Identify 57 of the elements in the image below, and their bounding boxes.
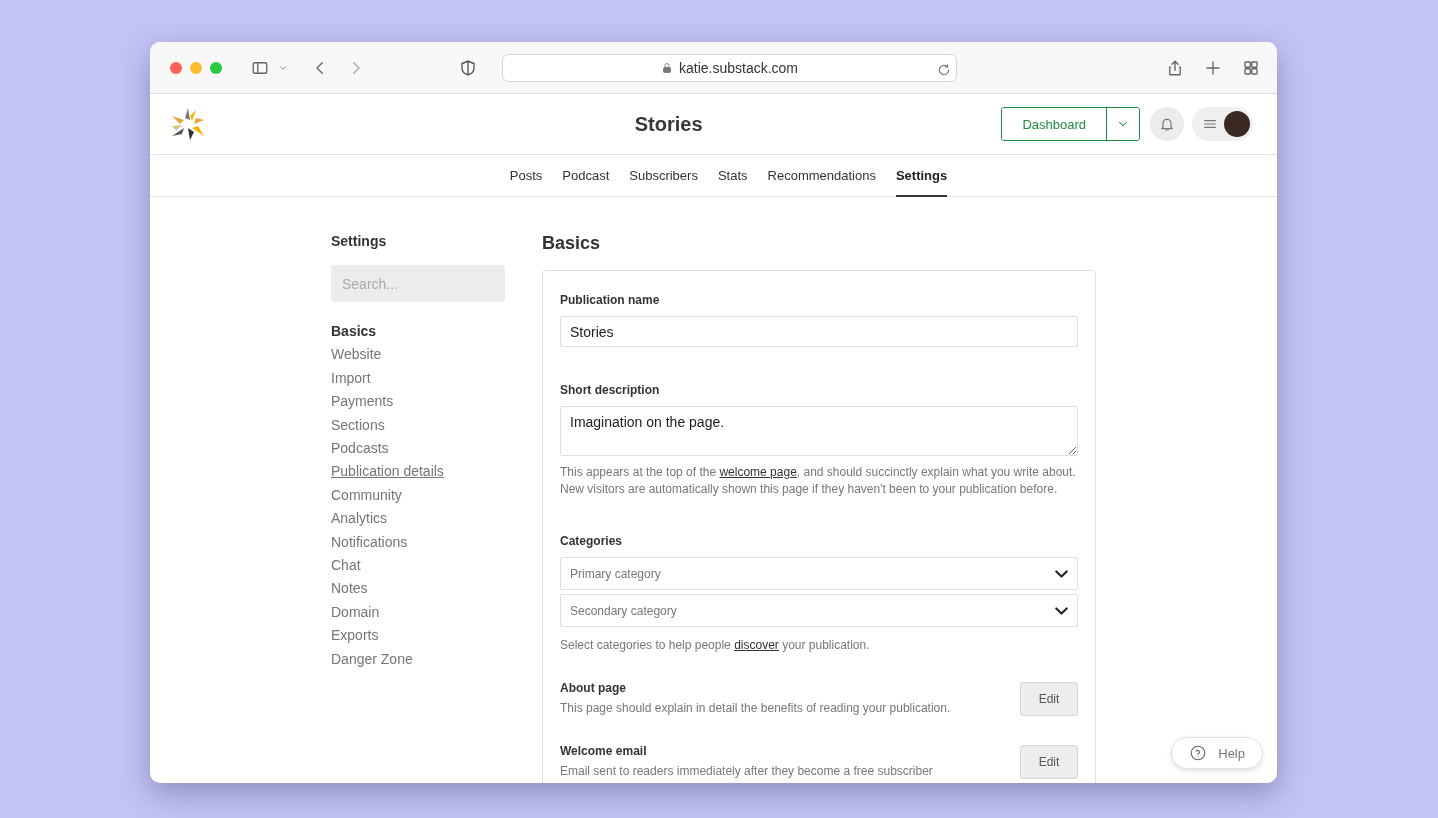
publication-name-field[interactable]: Stories bbox=[560, 316, 1078, 347]
zoom-dot[interactable] bbox=[210, 61, 222, 74]
sidebar-title: Settings bbox=[331, 233, 388, 249]
notifications-button[interactable] bbox=[1150, 107, 1184, 141]
shield-icon bbox=[458, 58, 478, 77]
row-title: About page bbox=[560, 681, 627, 695]
sidebar-item[interactable]: Community bbox=[331, 483, 402, 508]
sidebar-item[interactable]: Import bbox=[331, 366, 371, 391]
sidebar-item[interactable]: Notes bbox=[331, 577, 368, 601]
plus-icon[interactable] bbox=[1203, 58, 1223, 77]
nav-tab[interactable]: Recommendations bbox=[767, 155, 876, 197]
help-button[interactable]: Help bbox=[1171, 737, 1263, 769]
search-field[interactable]: Search... bbox=[331, 265, 505, 302]
row-title: Welcome email bbox=[560, 744, 648, 758]
short-description-field[interactable]: Imagination on the page. bbox=[560, 406, 1078, 456]
edit-button[interactable]: Edit bbox=[1020, 682, 1078, 716]
close-dot[interactable] bbox=[170, 61, 182, 74]
row-description: This page should explain in detail the benefits of reading your publication. bbox=[560, 700, 951, 717]
tabs-grid-icon[interactable] bbox=[1241, 58, 1261, 77]
chevron-down-icon bbox=[1055, 606, 1068, 615]
category-select[interactable]: Primary category bbox=[560, 557, 1078, 590]
category-select[interactable]: Secondary category bbox=[560, 594, 1078, 627]
sidebar-item[interactable]: Publication details bbox=[331, 460, 444, 484]
account-menu-button[interactable] bbox=[1192, 107, 1253, 141]
sidebar-item[interactable]: Danger Zone bbox=[331, 647, 413, 672]
minimize-dot[interactable] bbox=[190, 61, 202, 74]
nav-tab[interactable]: Stats bbox=[717, 155, 748, 197]
field-label: Short description bbox=[560, 383, 661, 397]
field-label: Categories bbox=[560, 534, 624, 548]
chevron-down-icon bbox=[1055, 569, 1068, 578]
sidebar-item[interactable]: Chat bbox=[331, 554, 361, 578]
publication-title: Stories bbox=[633, 112, 704, 136]
nav-tab[interactable]: Settings bbox=[895, 155, 948, 197]
sidebar-item[interactable]: Domain bbox=[331, 600, 380, 625]
field-label: Publication name bbox=[560, 293, 661, 307]
sidebar-item[interactable]: Podcasts bbox=[331, 437, 389, 461]
nav-tab[interactable]: Podcast bbox=[562, 155, 610, 197]
avatar bbox=[1224, 111, 1250, 137]
section-title: Basics bbox=[542, 233, 602, 254]
nav-tab[interactable]: Subscribers bbox=[629, 155, 698, 197]
sidebar-item[interactable]: Sections bbox=[331, 413, 385, 438]
dashboard-button[interactable]: Dashboard bbox=[1002, 108, 1107, 140]
sidebar-item[interactable]: Exports bbox=[331, 624, 379, 648]
sidebar-item[interactable]: Analytics bbox=[331, 507, 388, 531]
sidebar-item[interactable]: Website bbox=[331, 343, 382, 367]
nav-tab[interactable]: Posts bbox=[509, 155, 543, 197]
help-text: This appears at the top of the welcome page, and should succinctly explain what you write about. New visitors are automatically shown this page if they haven't been to your publication before. bbox=[560, 464, 1077, 498]
row-description: Email sent to readers immediately after they become a free subscriber bbox=[560, 763, 933, 780]
help-text: Select categories to help people discover your publication. bbox=[560, 637, 871, 654]
edit-button[interactable]: Edit bbox=[1020, 745, 1078, 779]
address-bar[interactable]: katie.substack.com bbox=[502, 53, 957, 82]
sidebar-item[interactable]: Payments bbox=[331, 390, 394, 414]
sidebar-item[interactable]: Notifications bbox=[331, 530, 408, 555]
welcome-page-link[interactable]: welcome page bbox=[719, 465, 797, 479]
url-text: katie.substack.com bbox=[678, 59, 799, 76]
sidebar-item[interactable]: Basics bbox=[331, 320, 377, 344]
discover-link[interactable]: discover bbox=[734, 638, 779, 652]
